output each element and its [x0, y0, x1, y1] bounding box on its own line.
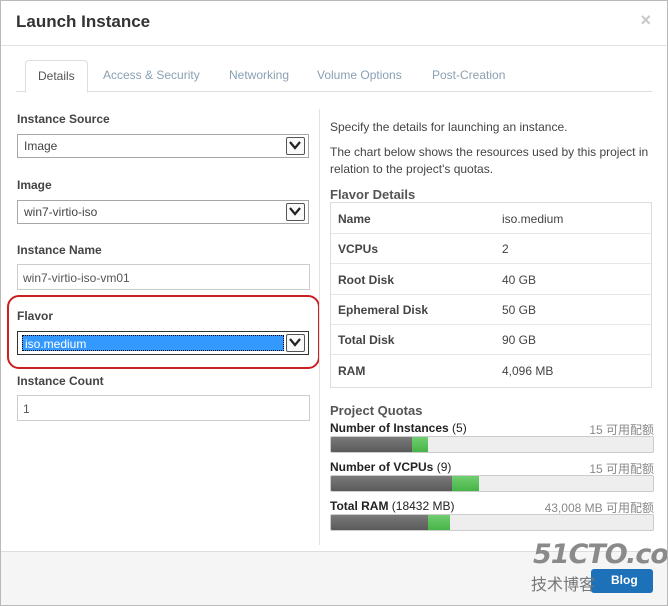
- launch-instance-modal: Launch Instance × Details Access & Secur…: [0, 0, 668, 606]
- bar-added: [428, 515, 450, 530]
- bar-used: [331, 515, 428, 530]
- tab-networking[interactable]: Networking: [229, 60, 289, 90]
- flavor-details-heading: Flavor Details: [330, 187, 416, 202]
- table-row: VCPUs 2: [331, 233, 651, 264]
- table-row: Root Disk 40 GB: [331, 264, 651, 295]
- instance-source-select[interactable]: Image: [17, 134, 309, 158]
- row-value: 50 GB: [502, 303, 537, 317]
- bar-used: [331, 476, 452, 491]
- image-label: Image: [17, 178, 52, 192]
- image-select[interactable]: win7-virtio-iso: [17, 200, 309, 224]
- tab-details[interactable]: Details: [25, 60, 88, 93]
- image-value: win7-virtio-iso: [24, 205, 98, 219]
- quota-name: Total RAM: [330, 499, 389, 513]
- close-icon[interactable]: ×: [640, 10, 651, 31]
- row-key: RAM: [338, 364, 366, 378]
- chevron-down-icon[interactable]: [286, 203, 305, 221]
- row-key: Total Disk: [338, 333, 395, 347]
- instance-name-value: win7-virtio-iso-vm01: [23, 271, 130, 285]
- instance-count-label: Instance Count: [17, 374, 104, 388]
- row-value: 4,096 MB: [502, 364, 554, 378]
- row-value: 90 GB: [502, 333, 537, 347]
- watermark-logo: 51CTO.com 技术博客 Blog: [501, 533, 668, 605]
- row-key: Root Disk: [338, 273, 395, 287]
- quota-progress-bar: [330, 514, 654, 531]
- quota-count: (18432 MB): [391, 499, 455, 513]
- bar-added: [412, 437, 428, 452]
- quota-label: Number of VCPUs (9): [330, 460, 451, 474]
- modal-title: Launch Instance: [16, 12, 151, 31]
- quota-progress-bar: [330, 436, 654, 453]
- row-value: 40 GB: [502, 273, 537, 287]
- watermark-subtitle: 技术博客: [531, 575, 596, 594]
- watermark-site: 51CTO.com: [533, 539, 668, 570]
- row-key: Ephemeral Disk: [338, 303, 429, 317]
- tab-bar: Details Access & Security Networking Vol…: [16, 60, 652, 93]
- quota-name: Number of Instances: [330, 421, 449, 435]
- tab-volume-options[interactable]: Volume Options: [317, 60, 402, 90]
- chevron-down-icon[interactable]: [286, 137, 305, 155]
- info-text-1: Specify the details for launching an ins…: [330, 120, 568, 134]
- quota-count: (9): [436, 460, 452, 474]
- row-key: Name: [338, 212, 371, 226]
- tab-access-security[interactable]: Access & Security: [103, 60, 200, 90]
- table-row: Total Disk 90 GB: [331, 324, 651, 355]
- row-key: VCPUs: [338, 242, 379, 256]
- quota-count: (5): [452, 421, 467, 435]
- row-value: 2: [502, 242, 509, 256]
- table-row: Ephemeral Disk 50 GB: [331, 294, 651, 325]
- watermark-blog: Blog: [611, 573, 638, 587]
- instance-source-label: Instance Source: [17, 112, 110, 126]
- info-text-2: The chart below shows the resources used…: [330, 145, 649, 176]
- project-quotas-heading: Project Quotas: [330, 403, 423, 418]
- row-value: iso.medium: [502, 212, 564, 226]
- table-row: RAM 4,096 MB: [331, 355, 651, 385]
- instance-name-label: Instance Name: [17, 243, 102, 257]
- quota-name: Number of VCPUs: [330, 460, 434, 474]
- flavor-details-table: Name iso.medium VCPUs 2 Root Disk 40 GB Eph…: [330, 202, 652, 388]
- instance-count-value: 1: [23, 402, 30, 416]
- quota-label: Total RAM (18432 MB): [330, 499, 454, 513]
- quota-progress-bar: [330, 475, 654, 492]
- table-row: Name iso.medium: [331, 203, 651, 234]
- column-divider: [319, 109, 320, 545]
- instance-source-value: Image: [24, 139, 58, 153]
- bar-added: [452, 476, 479, 491]
- instance-name-input[interactable]: win7-virtio-iso-vm01: [17, 264, 310, 290]
- flavor-highlight-annotation: [7, 295, 320, 369]
- tab-post-creation[interactable]: Post-Creation: [432, 60, 505, 90]
- quota-label: Number of Instances (5): [330, 421, 467, 435]
- bar-used: [331, 437, 412, 452]
- instance-count-input[interactable]: 1: [17, 395, 310, 421]
- modal-header: Launch Instance ×: [1, 1, 667, 46]
